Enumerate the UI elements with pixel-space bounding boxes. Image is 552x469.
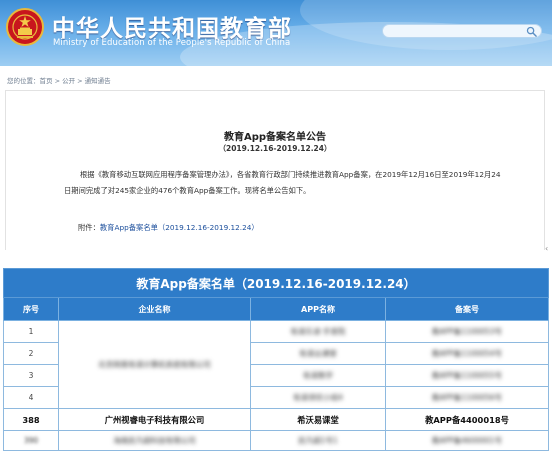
table-row: 390 海南民凡超科技有限公司 民凡超1号1 教APP备4600001号 — [3, 430, 550, 451]
column-header-no: 序号 — [3, 297, 59, 321]
breadcrumb[interactable]: 您的位置：首页 > 公开 > 通知通告 — [7, 75, 111, 85]
app-name: 民凡超1号1 — [298, 436, 338, 445]
site-header: 中华人民共和国教育部 Ministry of Education of the … — [0, 0, 552, 66]
notice-date-range: （2019.12.16-2019.12.24） — [218, 144, 332, 153]
company-name: 北京网易有道计算机系统有限公司 — [98, 360, 211, 369]
row-number: 4 — [3, 386, 59, 409]
app-cell: 民凡超1号1 — [250, 430, 386, 451]
row-number: 1 — [3, 320, 59, 343]
record-number: 教APP备1100056号 — [431, 393, 503, 402]
row-number: 3 — [3, 364, 59, 387]
app-name: 希沃易课堂 — [250, 408, 386, 431]
app-name: 有道云课堂 — [299, 349, 337, 358]
company-name: 广州视睿电子科技有限公司 — [58, 408, 251, 431]
row-number: 2 — [3, 342, 59, 365]
notice-panel: 教育App备案名单公告 （2019.12.16-2019.12.24） 根据《教… — [5, 90, 545, 250]
record-number: 教APP备4400018号 — [384, 408, 550, 431]
app-name: 有道数学 — [303, 371, 333, 380]
app-cell: 有道云课堂 — [250, 342, 386, 365]
notice-body: 根据《教育移动互联网应用程序备案管理办法》，各省教育行政部门持续推进教育App备… — [64, 167, 504, 199]
record-cell: 教APP备1100054号 — [384, 342, 550, 365]
app-cell: 有道数学 — [250, 364, 386, 387]
record-number: 教APP备1100055号 — [431, 371, 503, 380]
app-name: 有道乐读·手查院 — [290, 327, 346, 336]
attachment-link[interactable]: 教育App备案名单（2019.12.16-2019.12.24） — [100, 223, 259, 232]
attachment-label: 附件： — [78, 223, 100, 232]
column-header-app: APP名称 — [250, 297, 386, 321]
record-cell: 教APP备1100053号 — [384, 320, 550, 343]
row-number: 388 — [3, 408, 59, 431]
record-cell: 教APP备1100055号 — [384, 364, 550, 387]
record-cell: 教APP备1100056号 — [384, 386, 550, 409]
national-emblem-icon[interactable] — [6, 8, 44, 46]
record-number: 教APP备4600001号 — [431, 436, 503, 445]
row-number-cell: 390 — [3, 430, 59, 451]
search-icon[interactable] — [526, 26, 537, 37]
site-subtitle: Ministry of Education of the People's Re… — [53, 38, 291, 48]
app-cell: 有道领优小组4 — [250, 386, 386, 409]
notice-attachment: 附件：教育App备案名单（2019.12.16-2019.12.24） — [78, 223, 259, 233]
record-cell: 教APP备4600001号 — [384, 430, 550, 451]
app-cell: 有道乐读·手查院 — [250, 320, 386, 343]
registry-table: 教育App备案名单（2019.12.16-2019.12.24） 序号 企业名称… — [2, 268, 550, 469]
table-row: 1 北京网易有道计算机系统有限公司 有道乐读·手查院 教APP备1100053号 — [3, 320, 550, 409]
company-name: 海南民凡超科技有限公司 — [113, 436, 196, 445]
company-cell: 北京网易有道计算机系统有限公司 — [58, 320, 251, 409]
row-number: 390 — [23, 436, 39, 445]
column-header-record: 备案号 — [384, 297, 550, 321]
column-header-company: 企业名称 — [58, 297, 251, 321]
notice-body-text: 根据《教育移动互联网应用程序备案管理办法》，各省教育行政部门持续推进教育App备… — [64, 170, 501, 195]
search-input[interactable] — [382, 24, 542, 38]
app-name: 有道领优小组4 — [293, 393, 343, 402]
record-number: 教APP备1100053号 — [431, 327, 503, 336]
company-cell: 海南民凡超科技有限公司 — [58, 430, 251, 451]
side-arrow-icon[interactable]: ‹ — [545, 244, 548, 253]
record-number: 教APP备1100054号 — [431, 349, 503, 358]
table-row-highlighted: 388 广州视睿电子科技有限公司 希沃易课堂 教APP备4400018号 — [3, 408, 550, 431]
table-title: 教育App备案名单（2019.12.16-2019.12.24） — [2, 268, 550, 298]
notice-title: 教育App备案名单公告 — [223, 132, 327, 143]
